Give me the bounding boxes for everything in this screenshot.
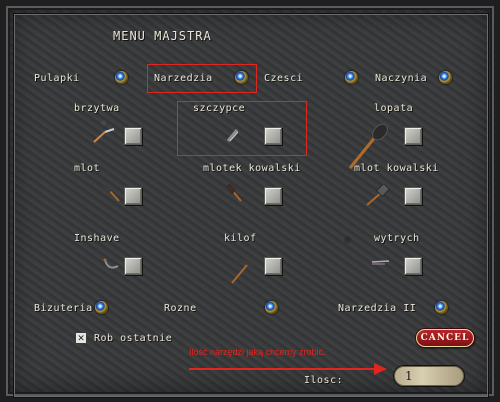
- hammer-icon: [102, 184, 120, 202]
- gem-icon[interactable]: [345, 71, 358, 84]
- smith-hammer-icon: [366, 184, 391, 206]
- rob-ostatnie-checkbox[interactable]: ✕: [75, 332, 87, 344]
- gem-icon[interactable]: [265, 301, 278, 314]
- category-naczynia-label[interactable]: Naczynia: [375, 73, 427, 84]
- razor-icon: [93, 128, 115, 143]
- annotation-arrow-icon: [189, 363, 387, 375]
- category-pulapki-label[interactable]: Pulapki: [34, 73, 80, 84]
- item-inshave-label: Inshave: [74, 233, 120, 244]
- category-rozne-label[interactable]: Rozne: [164, 303, 197, 314]
- pliers-icon: [226, 129, 239, 142]
- gem-icon[interactable]: [235, 71, 248, 84]
- quantity-input[interactable]: 1: [394, 366, 464, 386]
- smith-hammer-icon: [225, 184, 242, 202]
- crafting-menu-window: MENU MAJSTRA Pulapki Narzedzia Czesci Na…: [0, 0, 500, 402]
- category-narzedzia-label[interactable]: Narzedzia: [154, 73, 213, 84]
- gem-icon[interactable]: [95, 301, 108, 314]
- gem-icon[interactable]: [115, 71, 128, 84]
- craft-slot-lopata[interactable]: [404, 127, 422, 145]
- craft-slot-wytrych[interactable]: [404, 257, 422, 275]
- category-bizuteria-label[interactable]: Bizuteria: [34, 303, 93, 314]
- annotation-text: Ilość narzędzi jaką chcemy zrobić.: [189, 347, 326, 357]
- item-kilof-label: kilof: [224, 233, 257, 244]
- category-narzedzia2-label[interactable]: Narzedzia II: [338, 303, 416, 314]
- craft-slot-mlotek-kowalski[interactable]: [264, 187, 282, 205]
- craft-slot-inshave[interactable]: [124, 257, 142, 275]
- item-mlotek-kowalski-label: mlotek kowalski: [203, 163, 301, 174]
- lockpick-icon: [371, 260, 390, 265]
- pickaxe-icon: [231, 259, 256, 284]
- item-mlot-kowalski-label: mlot kowalski: [354, 163, 439, 174]
- item-mlot-label: mlot: [74, 163, 101, 174]
- craft-slot-szczypce[interactable]: [264, 127, 282, 145]
- craft-slot-brzytwa[interactable]: [124, 127, 142, 145]
- cancel-button[interactable]: CANCEL: [416, 329, 474, 347]
- category-czesci-label[interactable]: Czesci: [264, 73, 303, 84]
- inshave-icon: [103, 258, 119, 269]
- craft-slot-mlot-kowalski[interactable]: [404, 187, 422, 205]
- item-szczypce-label: szczypce: [193, 103, 246, 114]
- menu-title: MENU MAJSTRA: [113, 29, 212, 43]
- craft-slot-kilof[interactable]: [264, 257, 282, 275]
- item-wytrych-label: wytrych: [374, 233, 420, 244]
- quantity-label: Ilosc:: [304, 375, 344, 386]
- rob-ostatnie-label: Rob ostatnie: [94, 333, 173, 344]
- item-lopata-label: lopata: [374, 103, 414, 114]
- gem-icon[interactable]: [435, 301, 448, 314]
- gem-icon[interactable]: [439, 71, 452, 84]
- craft-slot-mlot[interactable]: [124, 187, 142, 205]
- item-brzytwa-label: brzytwa: [74, 103, 120, 114]
